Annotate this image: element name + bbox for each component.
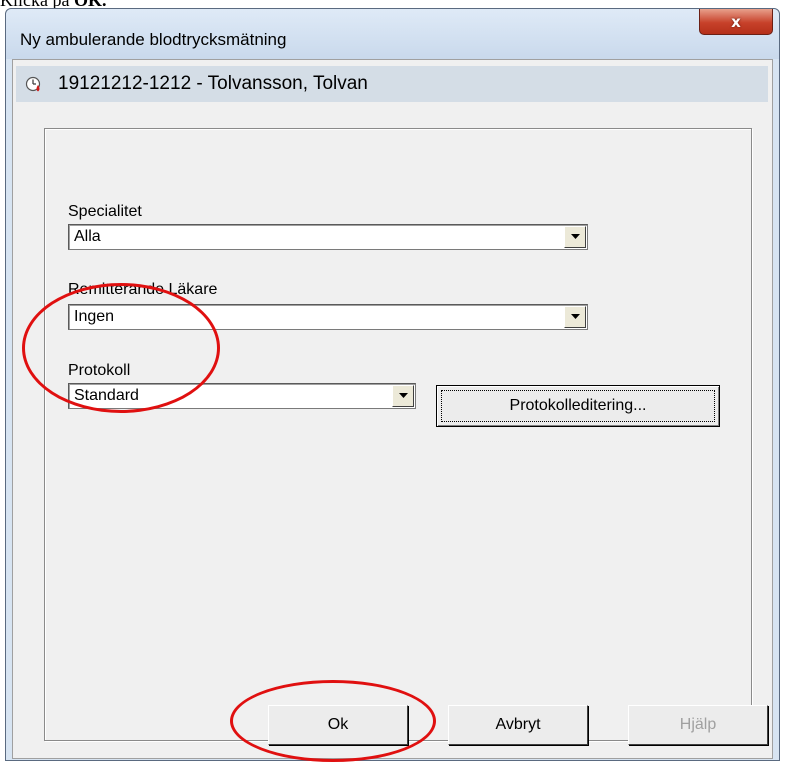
- hjalp-button: Hjälp: [628, 705, 768, 745]
- protokoll-value: Standard: [74, 387, 139, 404]
- blood-pressure-icon: [25, 76, 41, 92]
- hjalp-label: Hjälp: [679, 716, 717, 733]
- protokolleditering-button[interactable]: Protokolleditering...: [436, 385, 720, 427]
- chevron-down-icon[interactable]: [564, 306, 586, 328]
- focus-ring: [441, 390, 715, 422]
- chevron-down-icon[interactable]: [392, 385, 414, 407]
- dialog-window: Ny ambulerande blodtrycksmätning x 19121…: [5, 8, 780, 761]
- patient-label: 19121212-1212 - Tolvansson, Tolvan: [58, 73, 368, 94]
- title-bar[interactable]: Ny ambulerande blodtrycksmätning x: [6, 9, 779, 59]
- close-icon: x: [731, 12, 741, 31]
- remitterande-select[interactable]: Ingen: [68, 304, 588, 330]
- specialitet-select[interactable]: Alla: [68, 224, 588, 250]
- avbryt-button[interactable]: Avbryt: [448, 705, 588, 745]
- chevron-down-icon[interactable]: [564, 226, 586, 248]
- remitterande-value: Ingen: [74, 308, 115, 325]
- specialitet-label: Specialitet: [68, 203, 142, 220]
- close-button[interactable]: x: [699, 9, 773, 35]
- remitterande-label: Remitterande Läkare: [68, 281, 218, 298]
- protokoll-label: Protokoll: [68, 362, 131, 379]
- ok-label: Ok: [327, 716, 349, 733]
- protokoll-select[interactable]: Standard: [68, 383, 416, 409]
- ok-button[interactable]: Ok: [268, 705, 408, 745]
- patient-header: 19121212-1212 - Tolvansson, Tolvan: [16, 66, 768, 102]
- avbryt-label: Avbryt: [495, 716, 541, 733]
- specialitet-value: Alla: [74, 228, 101, 245]
- dialog-client-area: 19121212-1212 - Tolvansson, Tolvan Speci…: [12, 59, 773, 759]
- window-title: Ny ambulerande blodtrycksmätning: [20, 30, 287, 49]
- form-group-box: Specialitet Alla Remitterande Läkare Ing…: [44, 128, 752, 741]
